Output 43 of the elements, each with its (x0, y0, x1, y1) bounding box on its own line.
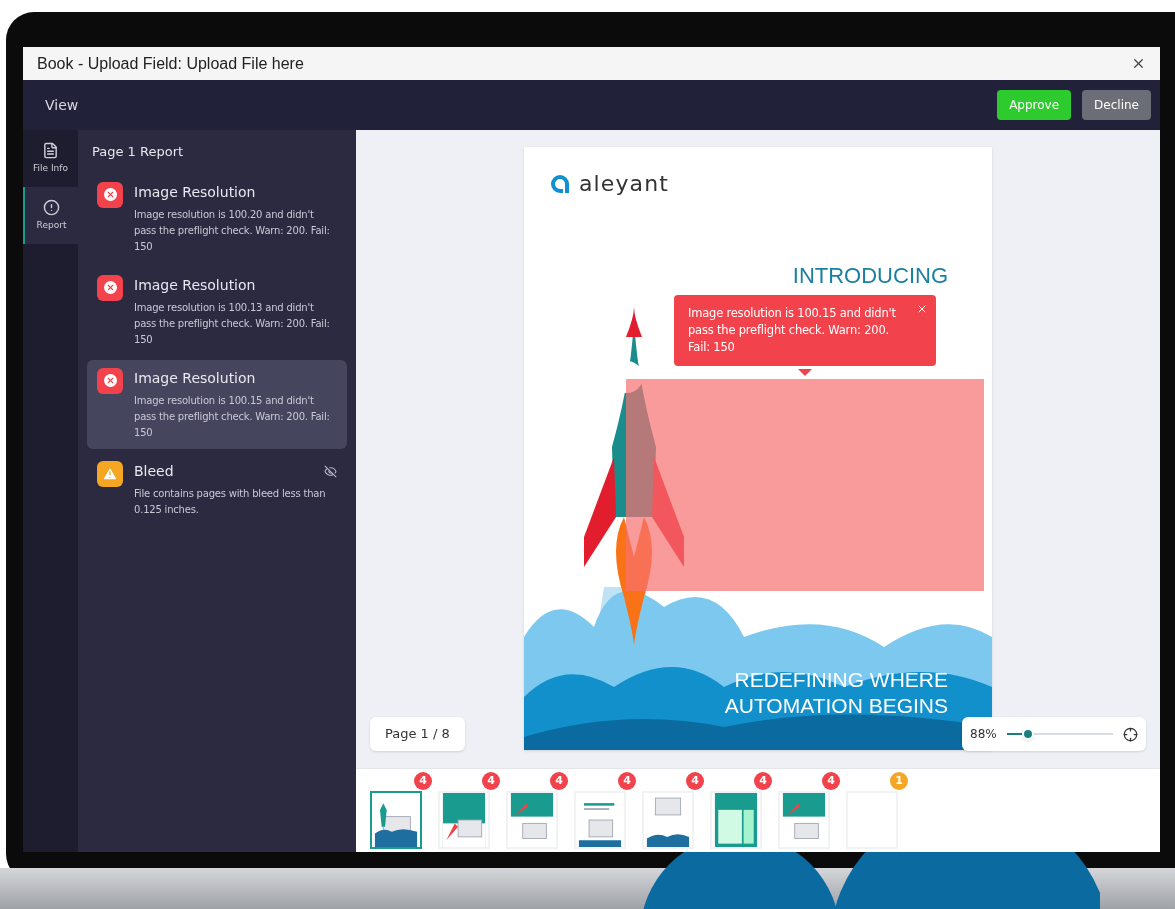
zoom-thumb[interactable] (1021, 728, 1034, 740)
alert-icon (43, 198, 60, 216)
logo-icon (549, 172, 571, 195)
poster-heading: INTRODUCING (792, 262, 948, 290)
issue-count-badge: 1 (890, 772, 908, 790)
nav-tab[interactable]: Report (23, 187, 78, 244)
warning-icon (97, 460, 123, 487)
close-icon[interactable] (1131, 56, 1146, 71)
issue-count-badge: 4 (482, 772, 500, 790)
issue-message: Image resolution is 100.13 and didn't pass the preflight check. Warn: 200. Fail: 150 (134, 300, 331, 347)
issue-message: Image resolution is 100.15 and didn't pass the preflight check. Warn: 200. Fail: 150 (134, 393, 331, 440)
fit-to-screen-icon[interactable] (1123, 726, 1138, 742)
issue-count-badge: 4 (550, 772, 568, 790)
issue-message: Image resolution is 100.20 and didn't pass the preflight check. Warn: 200. Fail: 150 (134, 207, 331, 254)
issue-count-badge: 4 (618, 772, 636, 790)
document-icon (42, 141, 59, 159)
window-title: Book - Upload Field: Upload File here (37, 53, 304, 74)
zoom-reading: 88% (970, 726, 997, 743)
issue-count-badge: 4 (686, 772, 704, 790)
issue-count-badge: 4 (822, 772, 840, 790)
tooltip-pointer (798, 369, 812, 376)
issue-title: Image Resolution (134, 275, 256, 295)
issue-title: Image Resolution (134, 368, 256, 388)
issue-count-badge: 4 (754, 772, 772, 790)
close-icon[interactable] (916, 303, 928, 315)
issue-title: Image Resolution (134, 182, 256, 202)
logo-text: aleyant (579, 170, 669, 198)
poster-tagline: REDEFINING WHERE AUTOMATION BEGINS (724, 667, 948, 719)
error-icon (97, 367, 123, 394)
report-item[interactable]: Image Resolution Image resolution is 100.15 and didn't pass the preflight check. Warn: 200. Fail: 150 (87, 359, 347, 449)
hidden-icon[interactable] (324, 464, 337, 478)
error-icon (97, 274, 123, 301)
page-indicator: Page 1 / 8 (370, 717, 465, 751)
decline-button[interactable]: Decline (1082, 90, 1151, 120)
page-thumbnail[interactable] (370, 791, 422, 849)
report-title: Page 1 Report (91, 143, 185, 161)
nav-tab[interactable]: File Info (23, 130, 78, 187)
error-icon (97, 181, 123, 208)
view-menu[interactable]: View (45, 94, 79, 116)
issue-message: File contains pages with bleed less than 0.125 inches. (134, 486, 327, 517)
issue-count-badge: 4 (414, 772, 432, 790)
issue-title: Bleed (134, 461, 174, 481)
tooltip-text: Image resolution is 100.15 and didn't pass the preflight check. Warn: 200. Fail: 150 (688, 305, 897, 356)
